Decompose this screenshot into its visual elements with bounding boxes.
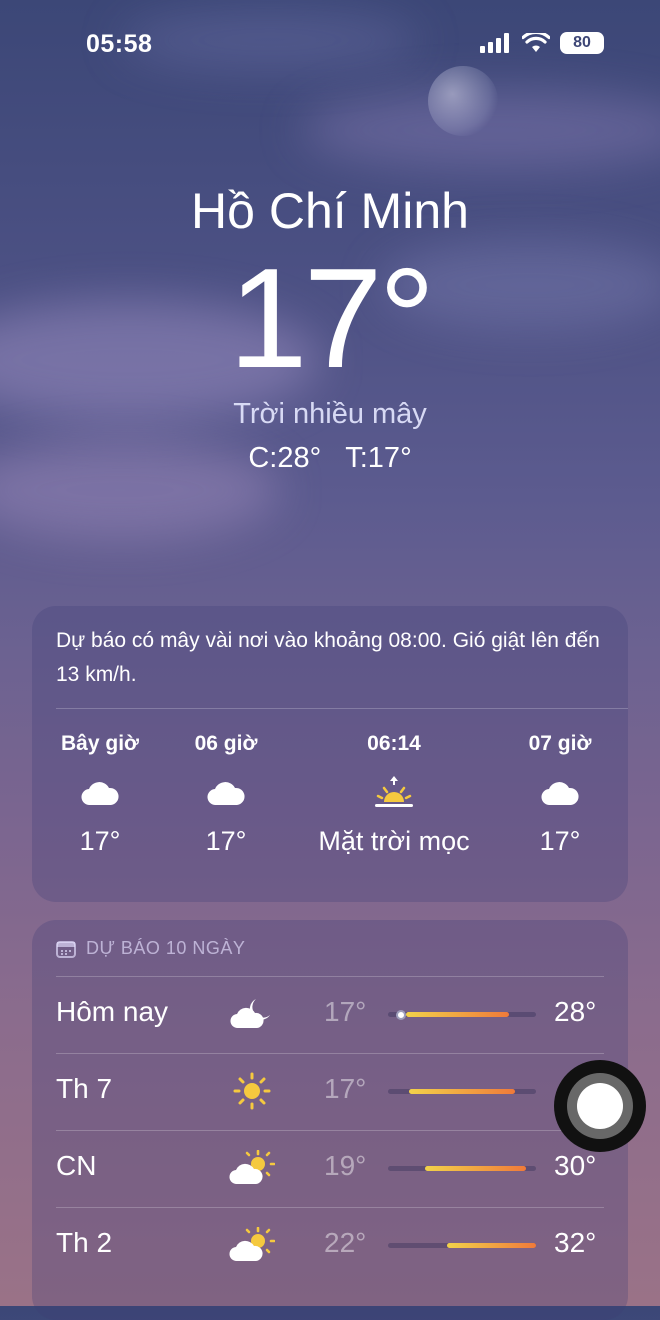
hour-item-sunrise: 06:14 Mặt trời mọc — [294, 732, 494, 857]
battery-indicator: 80 — [560, 32, 604, 54]
divider — [56, 1207, 604, 1208]
calendar-icon — [56, 940, 76, 958]
sun-cloud-icon — [229, 1150, 275, 1185]
sun-icon — [233, 1072, 271, 1110]
ten-day-forecast-card[interactable]: DỰ BÁO 10 NGÀY Hôm nay 17° 28° Th 7 17° … — [32, 920, 628, 1320]
hourly-list[interactable]: Bây giờ 17° 06 giờ 17° 06:14 Mặt trời mọ… — [32, 732, 628, 892]
high-temperature: C:28° — [248, 442, 322, 474]
city-name: Hồ Chí Minh — [191, 183, 469, 239]
range-fill — [405, 1012, 510, 1017]
temperature-range-bar — [388, 1089, 536, 1094]
high-temp: 28° — [554, 996, 597, 1027]
temperature-range-bar — [388, 1243, 536, 1248]
day-label: CN — [56, 1150, 97, 1181]
range-fill — [425, 1166, 526, 1171]
range-fill — [447, 1243, 536, 1248]
hour-temperature: 17° — [539, 826, 581, 856]
cloud-icon — [541, 782, 579, 806]
high-temp: 30° — [554, 1150, 597, 1181]
assistive-touch-button[interactable] — [554, 1060, 646, 1152]
hour-item: 06 giờ 17° — [172, 732, 280, 857]
hour-label: Bây giờ — [61, 732, 139, 755]
status-icons: 80 — [480, 32, 604, 54]
signal-icon — [480, 33, 509, 53]
range-fill — [408, 1089, 516, 1094]
cloud-icon — [207, 782, 245, 806]
hour-label: 07 giờ — [528, 732, 592, 755]
divider — [56, 708, 628, 709]
hour-temperature: 17° — [79, 826, 121, 856]
hour-label: 06 giờ — [194, 732, 258, 755]
forecast-row[interactable]: Hôm nay 17° 28° — [32, 976, 628, 1052]
wifi-icon — [522, 33, 550, 52]
current-temp-dot — [395, 1009, 406, 1020]
temperature-range-bar — [388, 1166, 536, 1171]
sunrise-icon — [375, 776, 413, 807]
cloud-icon — [81, 782, 119, 806]
divider — [56, 1130, 604, 1131]
moon-cloud-icon — [230, 999, 270, 1029]
divider — [56, 976, 604, 977]
hourly-forecast-card[interactable]: Dự báo có mây vài nơi vào khoảng 08:00. … — [32, 606, 628, 902]
low-temp: 22° — [324, 1227, 367, 1258]
hour-temperature: 17° — [205, 826, 247, 856]
day-label: Hôm nay — [56, 996, 169, 1027]
forecast-summary: Dự báo có mây vài nơi vào khoảng 08:00. … — [56, 629, 600, 686]
assistive-touch-dot — [577, 1083, 623, 1129]
current-temperature: 17° — [228, 239, 436, 398]
high-low: C:28° T:17° — [0, 442, 660, 475]
battery-level: 80 — [573, 34, 591, 51]
low-temperature: T:17° — [345, 442, 412, 474]
status-bar: 05:58 80 — [0, 0, 660, 90]
low-temp: 17° — [324, 1073, 367, 1104]
low-temp: 19° — [324, 1150, 367, 1181]
ten-day-header: DỰ BÁO 10 NGÀY — [56, 938, 245, 959]
high-temp: 32° — [554, 1227, 597, 1258]
day-label: Th 7 — [56, 1073, 113, 1104]
hour-item: 07 giờ 17° — [506, 732, 614, 857]
forecast-row[interactable]: Th 7 17° — [32, 1053, 628, 1129]
temperature-range-bar — [388, 1009, 536, 1020]
divider — [56, 1053, 604, 1054]
forecast-row[interactable]: Th 2 22° 32° — [32, 1207, 628, 1283]
hour-label: 06:14 — [367, 732, 421, 755]
status-time: 05:58 — [86, 30, 153, 58]
day-label: Th 2 — [56, 1227, 113, 1258]
sun-cloud-icon — [229, 1227, 275, 1262]
hour-item: Bây giờ 17° — [46, 732, 154, 857]
sunrise-label: Mặt trời mọc — [318, 826, 470, 856]
assistive-touch-ring — [567, 1073, 633, 1139]
forecast-row[interactable]: CN 19° 30° — [32, 1130, 628, 1206]
low-temp: 17° — [324, 996, 367, 1027]
ten-day-title: DỰ BÁO 10 NGÀY — [86, 938, 246, 958]
weather-condition: Trời nhiều mây — [233, 398, 427, 430]
